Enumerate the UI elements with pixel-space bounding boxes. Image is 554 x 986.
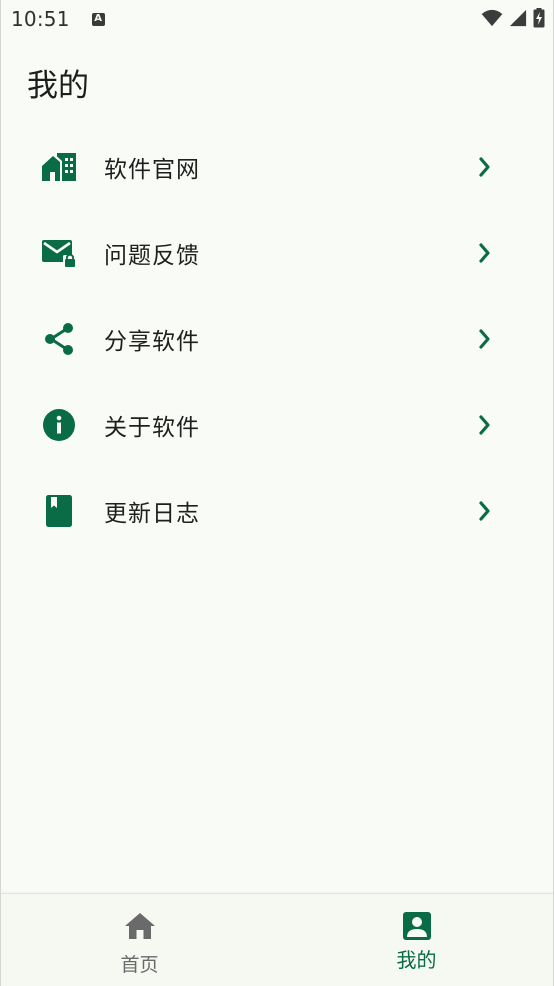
notification-glyph: A <box>94 13 103 24</box>
page-title: 我的 <box>27 68 89 104</box>
status-bar: 10:51 A <box>1 0 553 38</box>
app-screen: 10:51 A 我的 软件官网 问题反馈 分享软件 关于软件 更新日志 首页 我… <box>0 0 554 986</box>
nav-tab-label: 我的 <box>396 948 437 972</box>
chevron-right-icon <box>475 155 495 179</box>
status-icons <box>481 8 545 28</box>
nav-tab-home[interactable]: 首页 <box>1 894 278 986</box>
status-time: 10:51 <box>11 7 70 31</box>
menu-item-label: 更新日志 <box>104 501 200 527</box>
website-icon <box>41 149 77 185</box>
chevron-right-icon <box>475 413 495 437</box>
chevron-right-icon <box>475 499 495 523</box>
info-icon <box>41 407 77 443</box>
menu-item-website[interactable]: 软件官网 <box>1 124 553 210</box>
menu-item-feedback[interactable]: 问题反馈 <box>1 210 553 296</box>
bottom-navigation: 首页 我的 <box>1 893 553 986</box>
notification-icon: A <box>91 12 105 26</box>
nav-tab-mine[interactable]: 我的 <box>278 894 553 986</box>
share-icon <box>41 321 77 357</box>
home-icon <box>124 910 156 942</box>
menu-item-changelog[interactable]: 更新日志 <box>1 468 553 554</box>
wifi-icon <box>481 9 503 27</box>
book-icon <box>41 493 77 529</box>
account-box-icon <box>401 910 433 942</box>
chevron-right-icon <box>475 327 495 351</box>
menu-item-share[interactable]: 分享软件 <box>1 296 553 382</box>
menu-item-about[interactable]: 关于软件 <box>1 382 553 468</box>
signal-icon <box>509 9 527 27</box>
menu-item-label: 关于软件 <box>104 415 200 441</box>
chevron-right-icon <box>475 241 495 265</box>
menu-item-label: 分享软件 <box>104 329 200 355</box>
mail-lock-icon <box>41 235 77 271</box>
nav-tab-label: 首页 <box>120 954 159 976</box>
settings-menu: 软件官网 问题反馈 分享软件 关于软件 更新日志 <box>1 124 553 554</box>
menu-item-label: 问题反馈 <box>104 243 200 269</box>
menu-item-label: 软件官网 <box>104 157 200 183</box>
battery-charging-icon <box>533 8 545 28</box>
